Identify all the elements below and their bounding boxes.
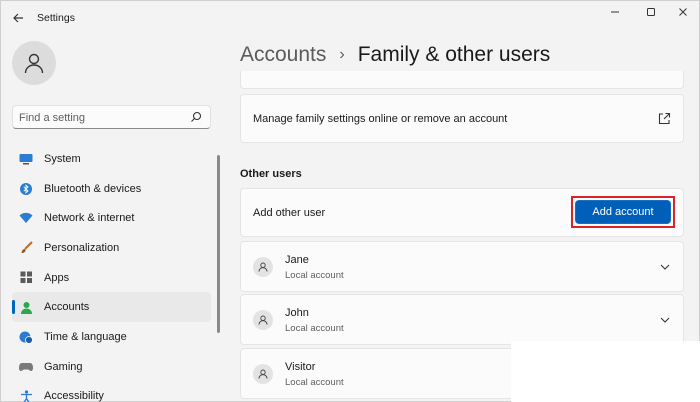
search-input[interactable] [19,109,187,126]
accessibility-icon [19,389,33,402]
breadcrumb: Accounts › Family & other users [240,43,550,67]
sidebar-item-apps[interactable]: Apps [12,263,211,293]
sidebar-scrollbar[interactable] [217,155,220,333]
person-icon [19,300,33,314]
sidebar-item-gaming[interactable]: Gaming [12,352,211,382]
previous-card-edge [240,71,684,89]
user-name: John [285,307,309,319]
user-card-jane[interactable]: Jane Local account [240,241,684,292]
close-icon [679,8,687,16]
minimize-icon [611,11,619,13]
sidebar-item-label: Bluetooth & devices [44,182,142,195]
cropped-region [511,341,700,402]
sidebar-item-system[interactable]: System [12,144,211,174]
user-avatar-icon [24,53,44,74]
user-account-type: Local account [285,323,344,334]
sidebar-item-label: System [44,152,81,165]
add-account-button[interactable]: Add account [575,200,671,224]
sidebar-item-label: Accessibility [44,390,104,402]
monitor-icon [19,152,33,166]
sidebar-item-label: Time & language [44,330,127,343]
user-account-type: Local account [285,270,344,281]
breadcrumb-accounts-link[interactable]: Accounts [240,43,326,67]
sidebar-item-bluetooth[interactable]: Bluetooth & devices [12,174,211,204]
sidebar-item-label: Personalization [44,241,120,254]
search-box[interactable] [12,105,211,129]
wifi-icon [19,211,33,225]
breadcrumb-separator: › [339,46,345,63]
globe-clock-icon [19,330,33,344]
gamepad-icon [19,360,33,374]
chevron-down-icon[interactable] [659,314,671,326]
sidebar-item-personalization[interactable]: Personalization [12,233,211,263]
add-other-user-label: Add other user [253,207,326,219]
title-bar: Settings [1,1,700,35]
manage-family-card[interactable]: Manage family settings online or remove … [240,94,684,143]
sidebar-item-accounts[interactable]: Accounts [12,292,211,323]
maximize-button[interactable] [637,4,665,20]
minimize-button[interactable] [601,4,629,20]
sidebar-item-label: Gaming [44,360,83,373]
user-card-john[interactable]: John Local account [240,294,684,345]
search-icon[interactable] [190,111,202,123]
user-account-type: Local account [285,377,344,388]
sidebar-item-label: Accounts [44,301,90,314]
user-icon [253,310,273,330]
back-arrow-icon [13,13,23,23]
sidebar-nav: System Bluetooth & devices Network & int… [12,144,211,402]
manage-family-label: Manage family settings online or remove … [253,113,508,125]
settings-window: Settings System Bluetooth & devices Netw… [0,0,700,402]
apps-icon [19,271,33,285]
sidebar-item-time-language[interactable]: Time & language [12,322,211,352]
sidebar-item-accessibility[interactable]: Accessibility [12,382,211,402]
bluetooth-icon [19,182,33,196]
close-button[interactable] [669,4,697,20]
app-title: Settings [37,12,75,24]
other-users-heading: Other users [240,168,302,180]
maximize-icon [647,8,655,16]
user-icon [253,257,273,277]
brush-icon [19,241,33,255]
user-name: Jane [285,254,309,266]
sidebar-item-network[interactable]: Network & internet [12,203,211,233]
sidebar-item-label: Network & internet [44,212,135,225]
user-name: Visitor [285,361,316,373]
avatar[interactable] [12,41,56,85]
sidebar-item-label: Apps [44,271,70,284]
back-button[interactable] [7,7,29,29]
open-external-icon [658,112,671,125]
chevron-down-icon[interactable] [659,261,671,273]
user-icon [253,364,273,384]
page-title: Family & other users [357,43,551,66]
